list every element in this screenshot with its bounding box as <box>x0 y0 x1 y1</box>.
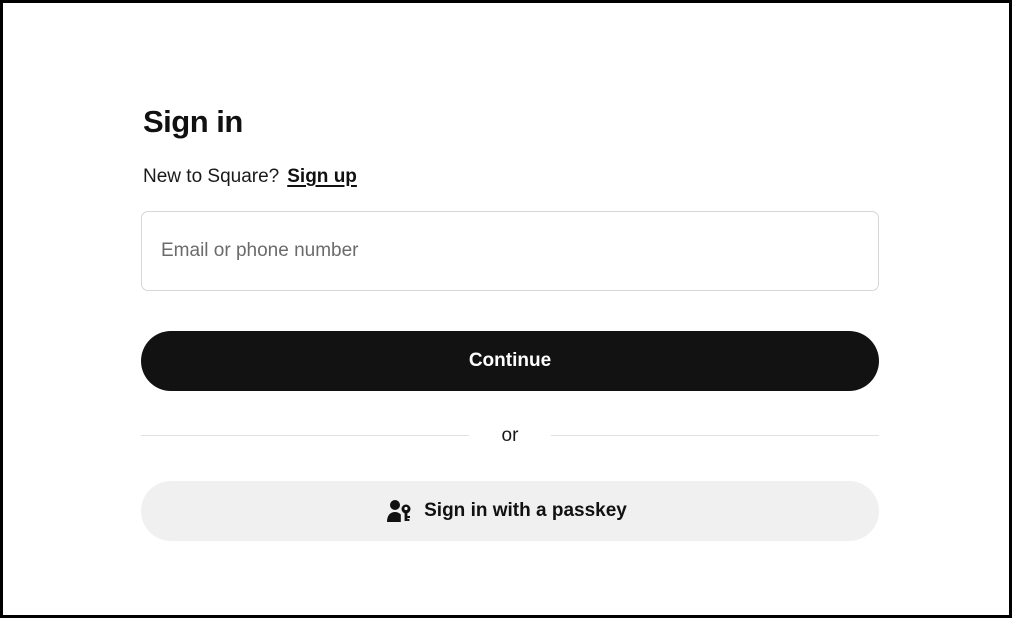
passkey-sign-in-button[interactable]: Sign in with a passkey <box>141 481 879 541</box>
email-phone-input[interactable] <box>142 212 878 290</box>
continue-button[interactable]: Continue <box>141 331 879 391</box>
sign-up-link[interactable]: Sign up <box>287 166 357 187</box>
page-title: Sign in <box>143 104 243 139</box>
email-phone-field <box>141 211 879 291</box>
signup-prompt-row: New to Square? Sign up <box>143 165 357 189</box>
divider-or-text: or <box>501 425 519 446</box>
new-user-prompt: New to Square? <box>143 166 280 187</box>
sign-in-page: Sign in New to Square? Sign up Continue o… <box>0 0 1012 618</box>
passkey-button-label: Sign in with a passkey <box>424 500 627 521</box>
or-divider: or <box>141 423 879 449</box>
person-key-icon <box>387 499 413 523</box>
